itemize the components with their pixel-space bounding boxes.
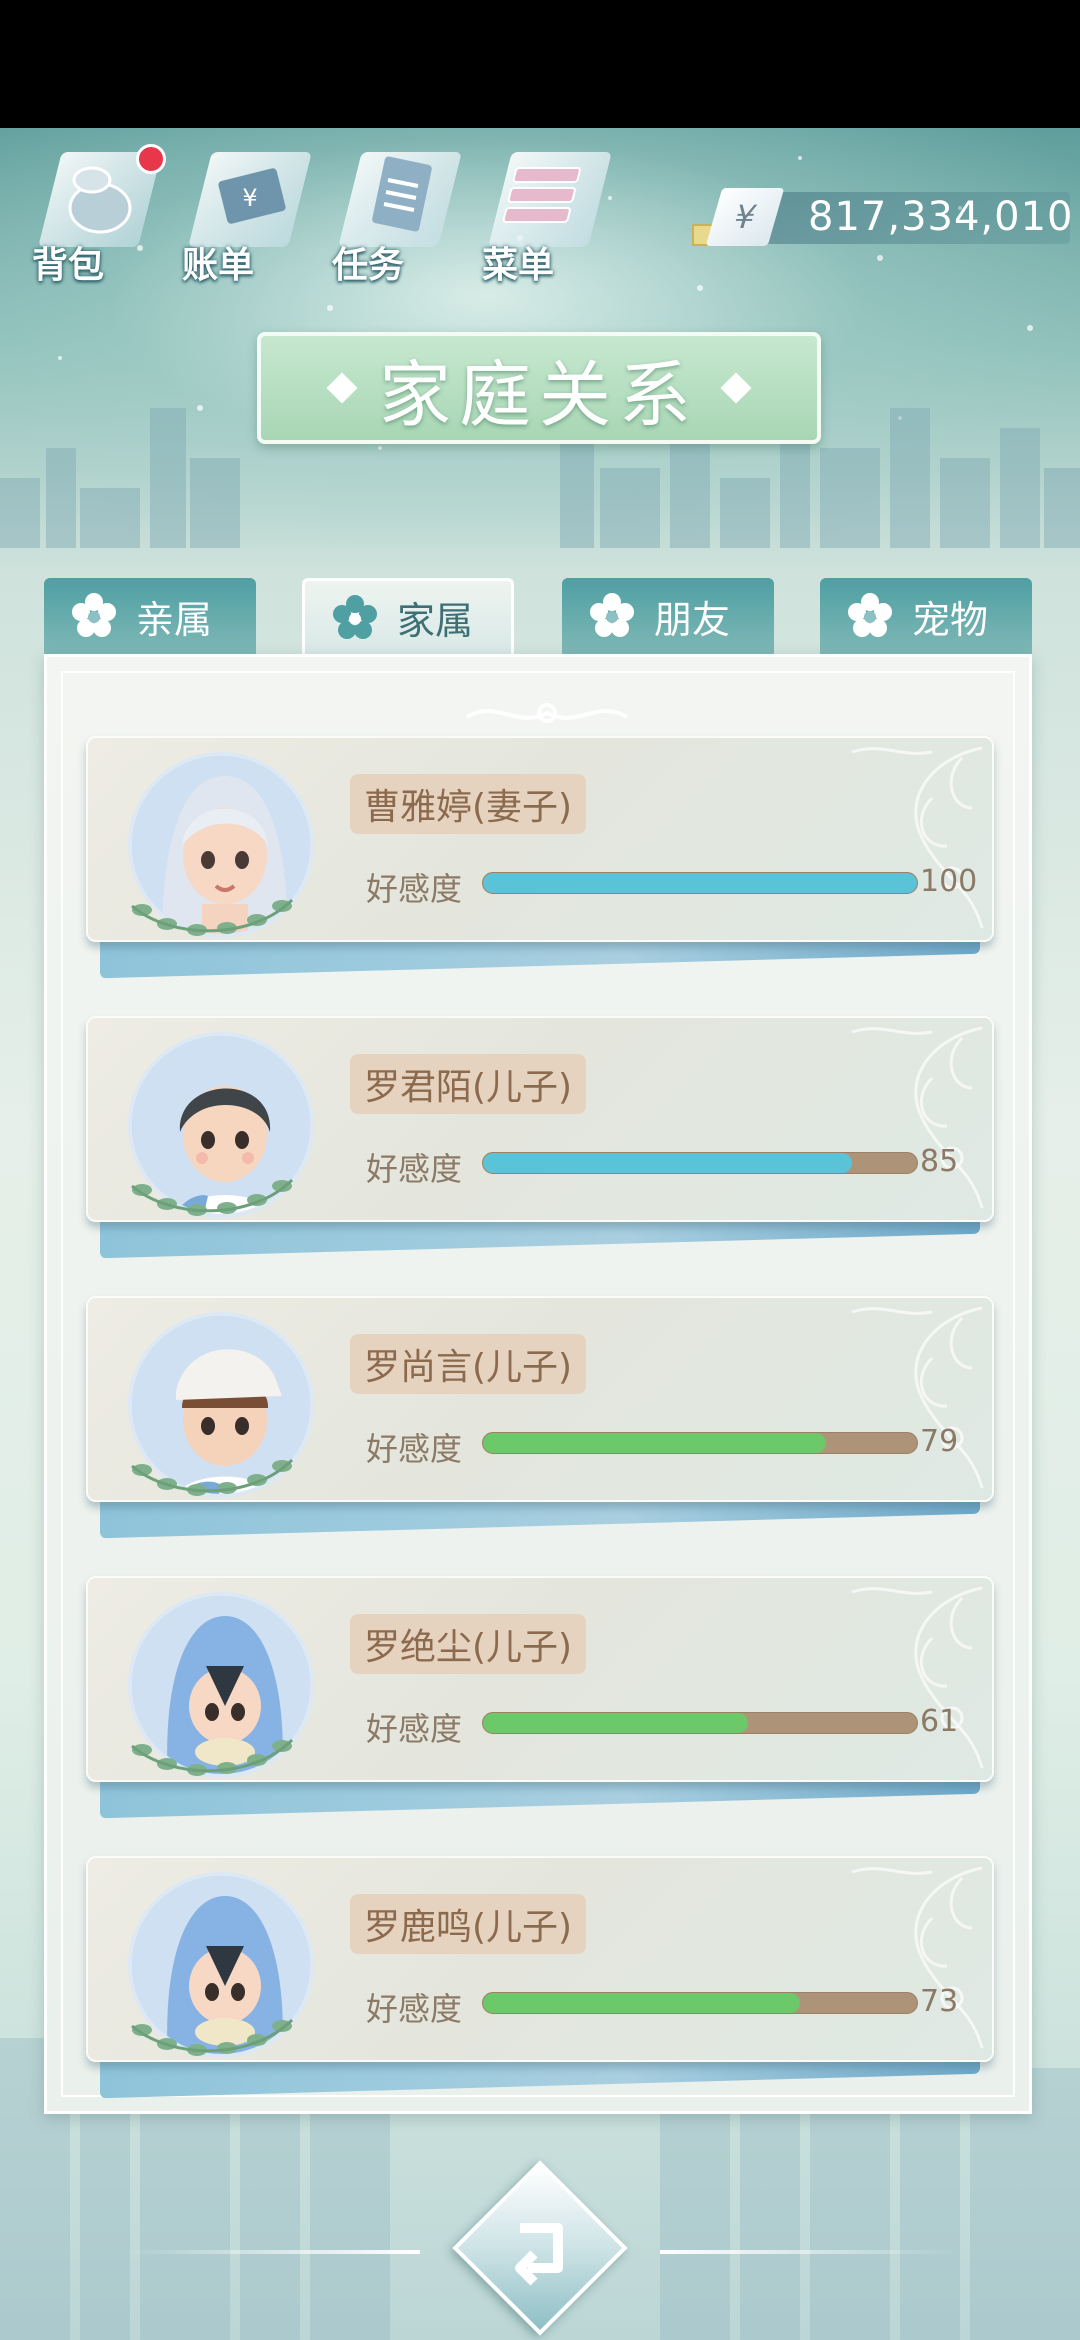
- nav-bag-button[interactable]: 背包: [20, 140, 170, 290]
- bill-icon: ¥: [218, 168, 286, 224]
- currency-display: ¥ 817,334,010: [690, 188, 1074, 248]
- affinity-bar-fill: [483, 1433, 826, 1453]
- nav-task-button[interactable]: 任务: [320, 140, 470, 290]
- member-name-tag: 罗鹿鸣(儿子): [350, 1894, 587, 1954]
- page-title: 家庭关系: [378, 352, 699, 437]
- lace-ornament: [851, 1866, 984, 2049]
- member-name: 罗君陌(儿子): [364, 1067, 573, 1108]
- affinity-label: 好感度: [366, 1710, 463, 1748]
- divider-line: [660, 2250, 960, 2254]
- affinity-bar-fill: [483, 1713, 748, 1733]
- menu-icon: [502, 167, 581, 223]
- affinity-label: 好感度: [366, 1430, 463, 1468]
- game-scene: 背包 ¥ 账单 任务 菜单 ¥ 817,334,010 家庭关系 亲属 家属 朋…: [0, 128, 1080, 2340]
- svg-text:¥: ¥: [242, 184, 257, 212]
- diamond-ornament: [326, 372, 358, 404]
- category-tabs: 亲属 家属 朋友 宠物: [44, 578, 1044, 658]
- lace-ornament: [851, 1026, 984, 1209]
- lace-ornament: [851, 746, 984, 929]
- nav-bill-button[interactable]: ¥ 账单: [170, 140, 320, 290]
- vine-ornament: [131, 1738, 294, 1776]
- vine-ornament: [131, 1178, 294, 1216]
- affinity-bar: [482, 872, 918, 894]
- card-body: 罗鹿鸣(儿子) 好感度 73: [86, 1856, 994, 2062]
- top-nav: 背包 ¥ 账单 任务 菜单: [20, 140, 620, 290]
- affinity-bar-fill: [483, 1153, 852, 1173]
- tab-friends[interactable]: 朋友: [562, 578, 774, 654]
- affinity-value: 85: [920, 1144, 959, 1179]
- scroll-ornament-icon: [465, 703, 629, 723]
- affinity-value: 73: [920, 1984, 959, 2019]
- affinity-bar-fill: [483, 1993, 800, 2013]
- affinity-bar: [482, 1432, 918, 1454]
- title-banner: 家庭关系: [257, 332, 821, 444]
- member-name-tag: 罗君陌(儿子): [350, 1054, 587, 1114]
- member-name: 罗鹿鸣(儿子): [364, 1907, 573, 1948]
- affinity-label: 好感度: [366, 1990, 463, 2028]
- tab-relatives[interactable]: 亲属: [44, 578, 256, 654]
- card-body: 罗绝尘(儿子) 好感度 61: [86, 1576, 994, 1782]
- nav-bill-label: 账单: [182, 245, 255, 286]
- member-name-tag: 罗尚言(儿子): [350, 1334, 587, 1394]
- affinity-bar: [482, 1152, 918, 1174]
- family-member-card[interactable]: 罗鹿鸣(儿子) 好感度 73: [86, 1856, 996, 2099]
- back-arrow-icon: [515, 2223, 563, 2286]
- tab-label: 宠物: [912, 597, 989, 642]
- lace-ornament: [851, 1586, 984, 1769]
- affinity-bar-fill: [483, 873, 917, 893]
- family-member-card[interactable]: 曹雅婷(妻子) 好感度 100: [86, 736, 996, 979]
- affinity-label: 好感度: [366, 870, 463, 908]
- affinity-label: 好感度: [366, 1150, 463, 1188]
- tab-family[interactable]: 家属: [302, 578, 514, 654]
- flower-icon: [333, 594, 377, 639]
- tab-label: 亲属: [136, 597, 213, 642]
- nav-menu-button[interactable]: 菜单: [470, 140, 620, 290]
- tab-label: 家属: [397, 599, 474, 643]
- nav-bag-label: 背包: [32, 245, 105, 286]
- member-name-tag: 曹雅婷(妻子): [350, 774, 587, 834]
- notification-badge: [136, 144, 166, 174]
- nav-task-label: 任务: [332, 245, 405, 286]
- member-name: 罗绝尘(儿子): [364, 1627, 573, 1668]
- affinity-bar: [482, 1992, 918, 2014]
- flower-icon: [590, 593, 634, 637]
- member-name-tag: 罗绝尘(儿子): [350, 1614, 587, 1674]
- task-icon: [372, 156, 432, 232]
- member-name: 罗尚言(儿子): [364, 1347, 573, 1388]
- vine-ornament: [131, 898, 294, 936]
- family-member-card[interactable]: 罗君陌(儿子) 好感度 85: [86, 1016, 996, 1259]
- affinity-bar: [482, 1712, 918, 1734]
- tab-label: 朋友: [654, 597, 731, 642]
- currency-value: 817,334,010: [808, 194, 1074, 240]
- family-member-card[interactable]: 罗尚言(儿子) 好感度 79: [86, 1296, 996, 1539]
- affinity-value: 79: [920, 1424, 959, 1459]
- vine-ornament: [131, 2018, 294, 2056]
- member-name: 曹雅婷(妻子): [364, 787, 573, 828]
- card-body: 曹雅婷(妻子) 好感度 100: [86, 736, 994, 942]
- card-body: 罗尚言(儿子) 好感度 79: [86, 1296, 994, 1502]
- family-member-card[interactable]: 罗绝尘(儿子) 好感度 61: [86, 1576, 996, 1819]
- lace-ornament: [851, 1306, 984, 1489]
- flower-icon: [72, 593, 116, 637]
- diamond-ornament: [720, 372, 752, 404]
- bag-icon: [68, 166, 132, 234]
- tab-pets[interactable]: 宠物: [820, 578, 1032, 654]
- divider-line: [120, 2250, 420, 2254]
- vine-ornament: [131, 1458, 294, 1496]
- card-body: 罗君陌(儿子) 好感度 85: [86, 1016, 994, 1222]
- affinity-value: 100: [920, 864, 978, 899]
- flower-icon: [848, 593, 892, 637]
- status-bar: [0, 0, 1080, 128]
- nav-menu-label: 菜单: [482, 245, 555, 286]
- affinity-value: 61: [920, 1704, 959, 1739]
